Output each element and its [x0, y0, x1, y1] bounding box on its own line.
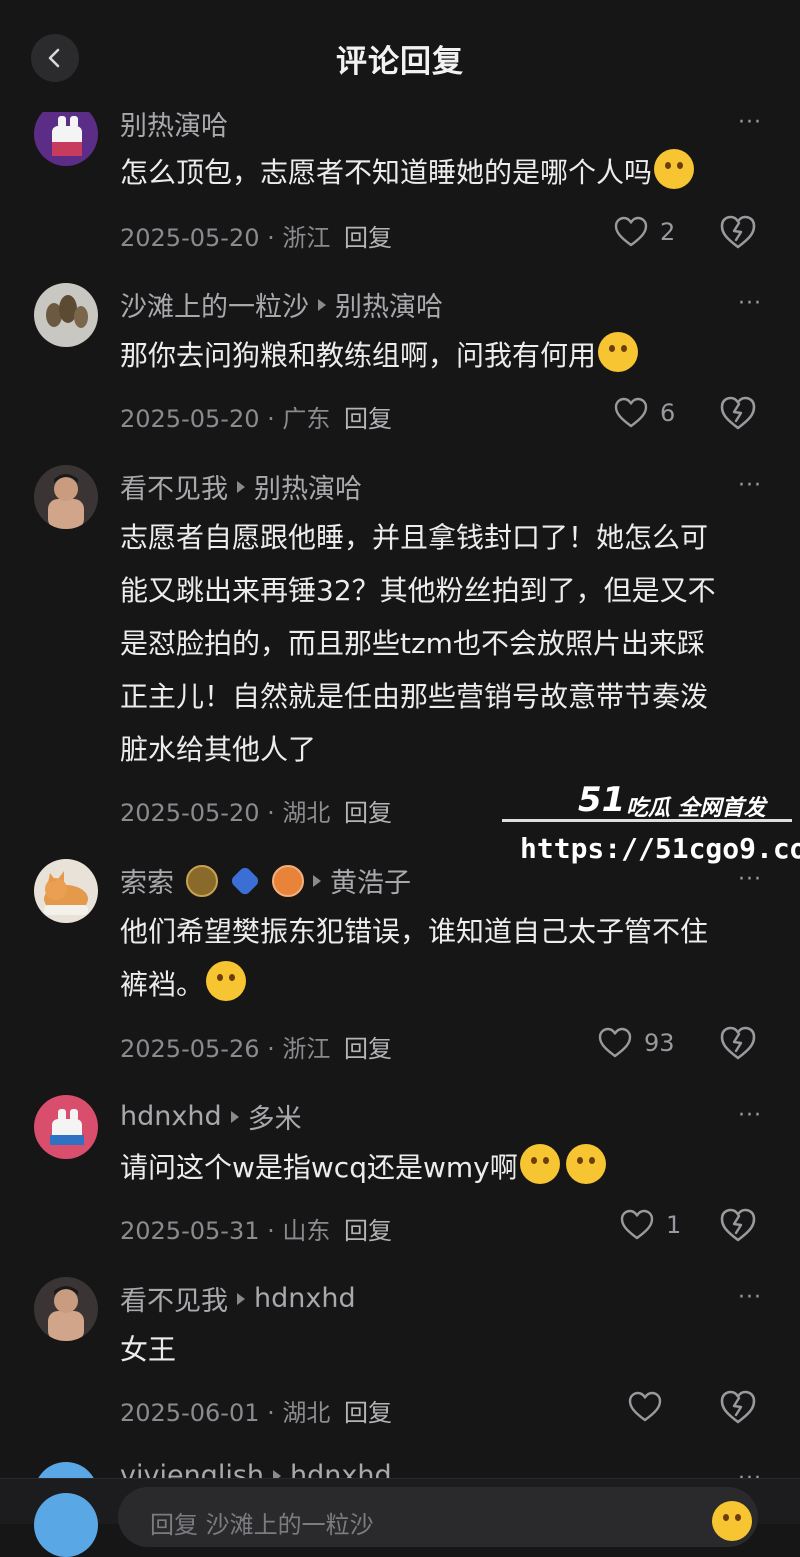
- heart-icon: [598, 1027, 632, 1058]
- comment-location: 广东: [282, 405, 331, 433]
- broken-heart-icon[interactable]: [718, 1205, 758, 1245]
- avatar[interactable]: [34, 283, 98, 347]
- comment-author-line: 看不见我 hdnxhd: [120, 1279, 356, 1318]
- reply-to-name[interactable]: 黄浩子: [330, 861, 411, 900]
- comment-date: 2025-06-01: [120, 1399, 260, 1427]
- avatar[interactable]: [34, 465, 98, 529]
- my-avatar: [34, 1493, 98, 1557]
- thinking-emoji-icon: [565, 1144, 606, 1184]
- more-options-button[interactable]: ···: [738, 1103, 762, 1128]
- comment-location: 湖北: [282, 799, 331, 827]
- comment-meta: 2025-05-20 · 湖北 回复: [120, 799, 393, 827]
- smiling-emoji-icon: [598, 332, 639, 372]
- reply-button[interactable]: 回复: [344, 1399, 392, 1427]
- reply-button[interactable]: 回复: [344, 799, 392, 827]
- reply-to-name[interactable]: 别热演哈: [254, 467, 362, 506]
- diamond-badge-icon: [229, 864, 261, 897]
- reply-arrow-icon: [237, 480, 245, 493]
- like-button[interactable]: 93: [598, 1023, 675, 1063]
- reply-button[interactable]: 回复: [344, 224, 392, 252]
- reply-button[interactable]: 回复: [344, 1217, 392, 1245]
- like-count: 93: [644, 1029, 675, 1057]
- avatar[interactable]: [34, 859, 98, 923]
- comment-text: 女王: [120, 1333, 177, 1366]
- comment-text: 他们希望樊振东犯错误，谁知道自己太子管不住 裤裆。: [120, 915, 709, 1001]
- comment-text: 请问这个w是指wcq还是wmy啊: [120, 1141, 770, 1194]
- broken-heart-icon[interactable]: [718, 393, 758, 433]
- reply-button[interactable]: 回复: [344, 405, 392, 433]
- eye-badge-icon: [272, 864, 304, 897]
- heart-icon: [628, 1391, 662, 1422]
- comment-location: 浙江: [282, 224, 331, 252]
- like-button[interactable]: 6: [614, 393, 675, 433]
- author-name[interactable]: 沙滩上的一粒沙: [120, 285, 309, 324]
- watermark-tagline: 吃瓜 全网首发: [626, 796, 766, 821]
- comment-meta: 2025-05-26 · 浙江 回复: [120, 1035, 393, 1063]
- peeking-emoji-icon: [519, 1144, 560, 1184]
- like-button[interactable]: [628, 1387, 674, 1427]
- comment-date: 2025-05-20: [120, 799, 260, 827]
- more-options-button[interactable]: ···: [738, 110, 762, 135]
- comment-text: 怎么顶包，志愿者不知道睡她的是哪个人吗: [120, 146, 770, 199]
- crying-laughing-emoji-icon: [206, 961, 247, 1001]
- comment-date: 2025-05-31: [120, 1217, 260, 1245]
- watermark-divider: [502, 819, 792, 822]
- watermark: 51 吃瓜 全网首发 https://51cgo9.com: [498, 770, 800, 870]
- comment-meta: 2025-06-01 · 湖北 回复: [120, 1399, 393, 1427]
- comment-author-line: 看不见我 别热演哈: [120, 467, 362, 506]
- reply-button[interactable]: 回复: [344, 1035, 392, 1063]
- reply-arrow-icon: [237, 1292, 245, 1305]
- comment-location: 山东: [282, 1217, 331, 1245]
- broken-heart-icon[interactable]: [718, 1387, 758, 1427]
- comment-date: 2025-05-20: [120, 224, 260, 252]
- reply-to-name[interactable]: 别热演哈: [335, 285, 443, 324]
- surprised-emoji-icon: [654, 149, 695, 189]
- avatar[interactable]: [34, 1277, 98, 1341]
- watermark-url: https://51cgo9.com: [520, 832, 800, 865]
- broken-heart-icon[interactable]: [718, 1023, 758, 1063]
- comment-meta: 2025-05-20 · 浙江 回复: [120, 224, 393, 252]
- reply-input-bar: 回复 沙滩上的一粒沙: [0, 1478, 800, 1557]
- comment-date: 2025-05-26: [120, 1035, 260, 1063]
- heart-icon: [614, 397, 648, 428]
- comment-text: 那你去问狗粮和教练组啊，问我有何用: [120, 329, 770, 382]
- reply-arrow-icon: [230, 1110, 239, 1123]
- crown-badge-icon: [186, 864, 218, 897]
- comment-author-line: hdnxhd 多米: [120, 1097, 302, 1136]
- header: 评论回复: [0, 0, 800, 112]
- broken-heart-icon[interactable]: [718, 212, 758, 252]
- reply-to-name[interactable]: 多米: [248, 1097, 302, 1136]
- emoji-picker-icon[interactable]: [712, 1501, 752, 1541]
- comment-date: 2025-05-20: [120, 405, 260, 433]
- comment-meta: 2025-05-20 · 广东 回复: [120, 405, 393, 433]
- heart-icon: [620, 1209, 654, 1240]
- comment-meta: 2025-05-31 · 山东 回复: [120, 1217, 393, 1245]
- comment-author-line: 沙滩上的一粒沙 别热演哈: [120, 285, 443, 324]
- like-count: 2: [660, 218, 676, 246]
- comment-text: 志愿者自愿跟他睡，并且拿钱封口了！她怎么可 能又跳出来再锤32？其他粉丝拍到了，…: [120, 521, 716, 766]
- more-options-button[interactable]: ···: [738, 867, 762, 892]
- author-name[interactable]: 看不见我: [120, 1279, 228, 1318]
- like-button[interactable]: 2: [614, 212, 675, 252]
- author-name[interactable]: 索索: [120, 861, 174, 900]
- page-title: 评论回复: [336, 44, 464, 80]
- reply-arrow-icon: [313, 874, 321, 887]
- watermark-logo: 51: [578, 780, 626, 820]
- like-count: 1: [666, 1211, 682, 1239]
- comment-author-line: 索索 黄浩子: [120, 861, 411, 900]
- reply-to-name[interactable]: hdnxhd: [254, 1283, 356, 1314]
- more-options-button[interactable]: ···: [738, 473, 762, 498]
- more-options-button[interactable]: ···: [738, 1285, 762, 1310]
- author-name[interactable]: 看不见我: [120, 467, 228, 506]
- heart-icon: [614, 216, 648, 247]
- like-count: 6: [660, 399, 676, 427]
- avatar[interactable]: [34, 1095, 98, 1159]
- comment-location: 浙江: [282, 1035, 331, 1063]
- comment-location: 湖北: [282, 1399, 331, 1427]
- more-options-button[interactable]: ···: [738, 291, 762, 316]
- reply-arrow-icon: [318, 298, 326, 311]
- like-button[interactable]: 1: [620, 1205, 681, 1245]
- author-name[interactable]: hdnxhd: [120, 1101, 222, 1132]
